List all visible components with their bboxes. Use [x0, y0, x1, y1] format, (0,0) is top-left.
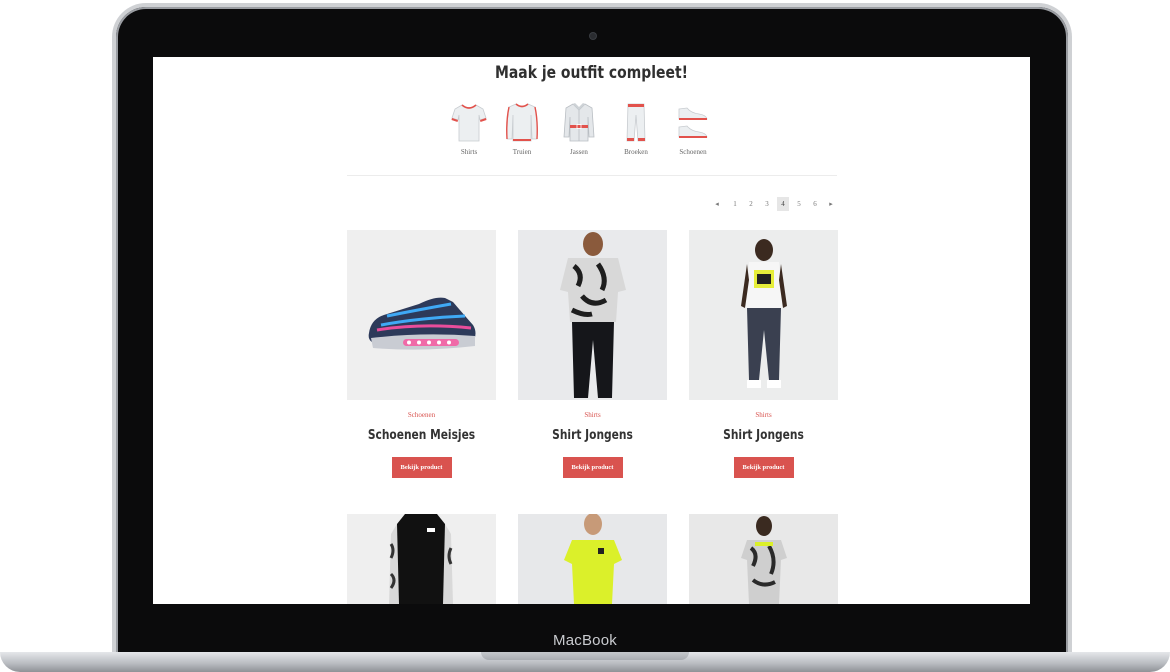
view-product-button[interactable]: Bekijk product: [733, 457, 794, 478]
product-title[interactable]: Shirt Jongens: [531, 428, 653, 443]
category-truien[interactable]: Truien: [492, 101, 552, 156]
shoes-icon: [678, 107, 708, 138]
section-title: Maak je outfit compleet!: [495, 63, 688, 83]
product-card: [518, 514, 667, 604]
product-card: Shirts Shirt Jongens Bekijk product: [518, 230, 667, 478]
product-title[interactable]: Shirt Jongens: [702, 428, 824, 443]
pagination-next[interactable]: ▸: [825, 197, 837, 211]
category-jassen[interactable]: Jassen: [549, 101, 609, 156]
kid-black-sweater-image: [389, 514, 453, 604]
category-label: Schoenen: [679, 148, 707, 156]
pagination-page[interactable]: 6: [809, 197, 821, 211]
category-label: Broeken: [624, 148, 648, 156]
product-image-kid-camo-tee[interactable]: [689, 514, 838, 604]
sweater-icon: [506, 103, 538, 142]
category-label: Jassen: [570, 148, 588, 156]
kid-white-shirt-image: [741, 239, 787, 388]
category-broeken[interactable]: Broeken: [606, 101, 666, 156]
product-image-sneaker[interactable]: [347, 230, 496, 400]
product-card: Schoenen Schoenen Meisjes Bekijk product: [347, 230, 496, 478]
browser-viewport: Maak je outfit compleet! Shirts Truien J…: [153, 57, 1030, 604]
product-image-kid-camo-shirt[interactable]: [518, 230, 667, 400]
pants-icon: [626, 103, 646, 142]
pagination-page-active[interactable]: 4: [777, 197, 789, 211]
product-image-kid-yellow-shirt[interactable]: [518, 514, 667, 604]
category-label: Truien: [512, 148, 532, 156]
product-category[interactable]: Shirts: [689, 411, 838, 419]
product-image-kid-white-shirt[interactable]: [689, 230, 838, 400]
product-card: [347, 514, 496, 604]
view-product-button[interactable]: Bekijk product: [562, 457, 623, 478]
product-card: [689, 514, 838, 604]
category-schoenen[interactable]: Schoenen: [663, 101, 723, 156]
product-category[interactable]: Shirts: [518, 411, 667, 419]
laptop-brand-label: MacBook: [553, 632, 617, 649]
pagination-page[interactable]: 2: [745, 197, 757, 211]
jacket-icon: [563, 103, 595, 142]
laptop-notch: [481, 652, 689, 660]
pagination-page[interactable]: 3: [761, 197, 773, 211]
sneaker-image: [368, 297, 476, 350]
product-image-kid-black-sweater[interactable]: [347, 514, 496, 604]
webcam-icon: [590, 33, 596, 39]
kid-yellow-shirt-image: [564, 514, 622, 604]
pagination-page[interactable]: 1: [729, 197, 741, 211]
pagination-page[interactable]: 5: [793, 197, 805, 211]
product-card: Shirts Shirt Jongens Bekijk product: [689, 230, 838, 478]
product-title[interactable]: Schoenen Meisjes: [360, 428, 482, 443]
category-shirts[interactable]: Shirts: [439, 101, 499, 156]
divider: [347, 175, 837, 176]
product-category[interactable]: Schoenen: [347, 411, 496, 419]
kid-camo-shirt-image: [560, 232, 626, 398]
tshirt-icon: [451, 104, 487, 142]
view-product-button[interactable]: Bekijk product: [391, 457, 452, 478]
kid-camo-tee-image: [741, 516, 787, 604]
category-label: Shirts: [460, 148, 478, 156]
pagination-prev[interactable]: ◂: [711, 197, 723, 211]
